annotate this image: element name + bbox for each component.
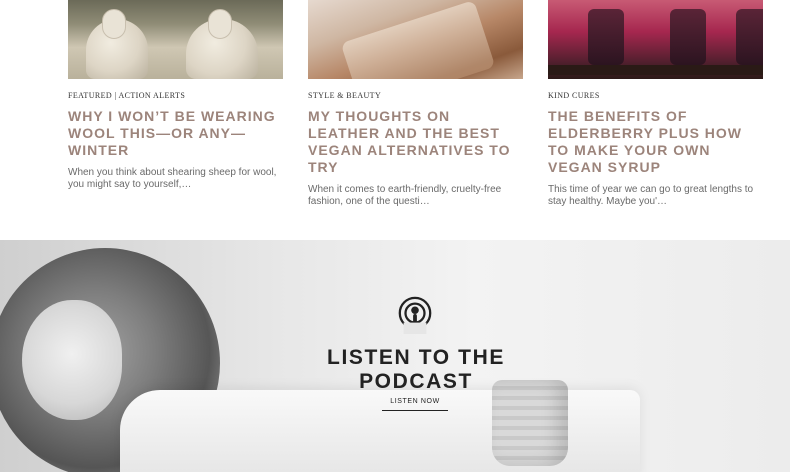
article-thumbnail-elderberry[interactable] <box>548 0 763 79</box>
article-title[interactable]: THE BENEFITS OF ELDERBERRY PLUS HOW TO M… <box>548 108 763 176</box>
article-title[interactable]: WHY I WON’T BE WEARING WOOL THIS—OR ANY—… <box>68 108 283 159</box>
article-title[interactable]: MY THOUGHTS ON LEATHER AND THE BEST VEGA… <box>308 108 523 176</box>
listen-now-button[interactable]: LISTEN NOW <box>382 398 448 411</box>
article-card-wool[interactable]: FEATURED | ACTION ALERTS WHY I WON’T BE … <box>68 0 283 191</box>
article-category[interactable]: KIND CURES <box>548 91 763 100</box>
podcast-icon <box>398 296 432 334</box>
article-card-elderberry[interactable]: KIND CURES THE BENEFITS OF ELDERBERRY PL… <box>548 0 763 208</box>
podcast-title: LISTEN TO THE PODCAST <box>327 346 505 393</box>
article-card-leather[interactable]: STYLE & BEAUTY MY THOUGHTS ON LEATHER AN… <box>308 0 523 208</box>
article-excerpt: This time of year we can go to great len… <box>548 184 754 207</box>
article-thumbnail-leather[interactable] <box>308 0 523 79</box>
article-excerpt: When you think about shearing sheep for … <box>68 167 277 190</box>
sheep-face <box>102 9 126 39</box>
article-category[interactable]: FEATURED | ACTION ALERTS <box>68 91 283 100</box>
sheep-face <box>208 9 232 39</box>
shelf-image <box>548 65 763 75</box>
jar-image <box>588 9 624 65</box>
related-articles: FEATURED | ACTION ALERTS WHY I WON’T BE … <box>0 0 790 240</box>
article-category[interactable]: STYLE & BEAUTY <box>308 91 523 100</box>
jar-image <box>670 9 706 65</box>
article-thumbnail-sheep[interactable] <box>68 0 283 79</box>
article-excerpt: When it comes to earth-friendly, cruelty… <box>308 184 502 207</box>
leather-image <box>340 0 496 79</box>
woman-face <box>22 300 122 420</box>
podcast-banner: LISTEN TO THE PODCAST LISTEN NOW <box>0 240 790 472</box>
jar-image <box>736 9 763 65</box>
